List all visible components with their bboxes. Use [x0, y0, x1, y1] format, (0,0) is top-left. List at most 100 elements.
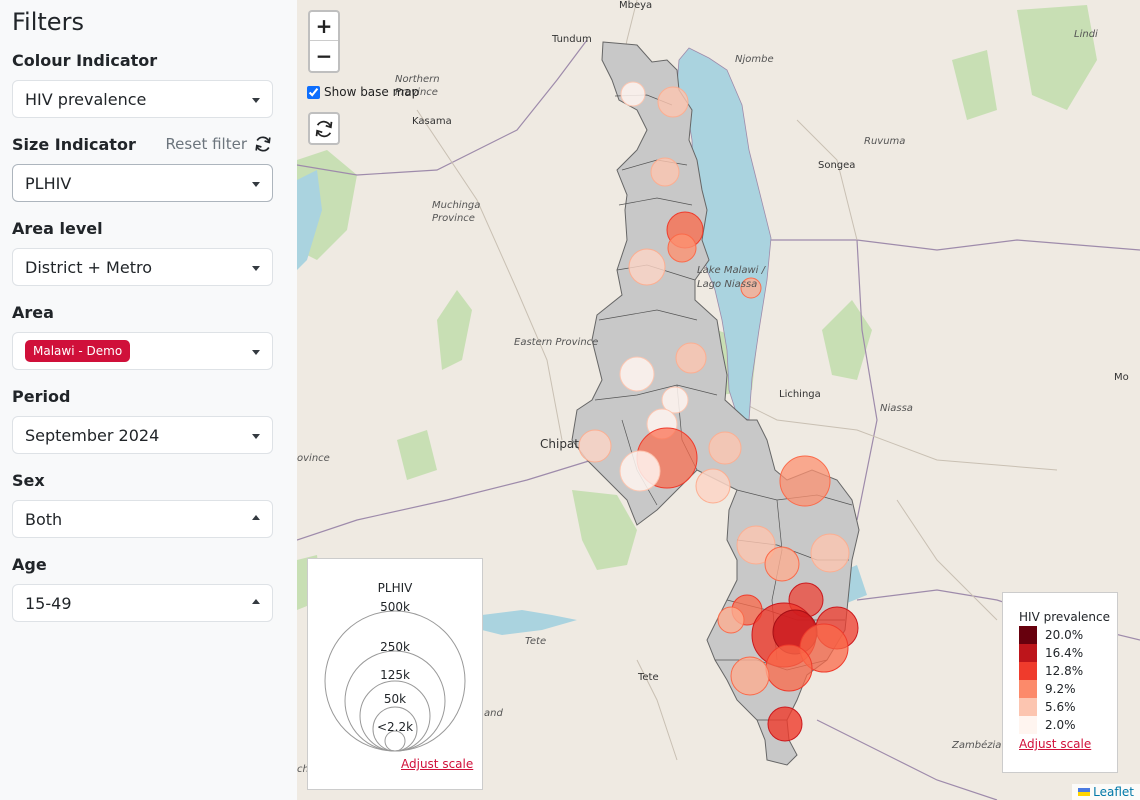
district-bubble: [764, 546, 800, 582]
district-bubble: [779, 455, 831, 507]
map-label-and: and: [484, 708, 503, 719]
area-select[interactable]: Malawi - Demo: [12, 332, 273, 370]
leaflet-link[interactable]: Leaflet: [1093, 785, 1134, 799]
colour-legend-item: 2.0%: [1019, 716, 1117, 734]
map-label-niassa: Niassa: [880, 403, 913, 414]
colour-swatch: [1019, 644, 1037, 662]
map-label-tete-province: Tete: [525, 636, 547, 647]
colour-legend: HIV prevalence 20.0% 16.4% 12.8% 9.2% 5.6% 2.…: [1002, 592, 1118, 773]
reset-filter-label: Reset filter: [165, 135, 247, 153]
colour-indicator-select[interactable]: HIV prevalence: [12, 80, 273, 118]
chevron-down-icon: [252, 266, 260, 271]
chevron-down-icon: [252, 98, 260, 103]
colour-indicator-value: HIV prevalence: [25, 89, 147, 109]
area-filter: Area Malawi - Demo: [12, 300, 273, 370]
filter-sidebar: Filters Colour Indicator HIV prevalence …: [0, 0, 297, 800]
size-legend: PLHIV 500k 250k 125k 50k <2.2k Adjust sc…: [307, 558, 483, 790]
colour-legend-item: 12.8%: [1019, 662, 1117, 680]
zoom-out-button[interactable]: −: [310, 41, 338, 70]
colour-legend-label: 2.0%: [1045, 718, 1076, 732]
colour-indicator-filter: Colour Indicator HIV prevalence: [12, 48, 273, 118]
size-indicator-filter: Size Indicator Reset filter PLHIV: [12, 132, 273, 202]
map-label-njombe: Njombe: [735, 54, 774, 65]
reset-filter-button[interactable]: Reset filter: [165, 134, 273, 154]
size-legend-level: 125k: [380, 668, 410, 682]
period-select[interactable]: September 2024: [12, 416, 273, 454]
colour-swatch: [1019, 626, 1037, 644]
map-label-eastern-province: Eastern Province: [514, 337, 599, 348]
area-level-value: District + Metro: [25, 257, 152, 277]
map-label-tunduma: Tundum: [552, 34, 592, 45]
age-select[interactable]: 15-49: [12, 584, 273, 622]
district-bubble: [730, 656, 770, 696]
colour-legend-label: 5.6%: [1045, 700, 1076, 714]
chevron-down-icon: [252, 350, 260, 355]
colour-swatch: [1019, 680, 1037, 698]
district-bubble: [620, 81, 646, 107]
district-bubble: [708, 431, 742, 465]
map-label-lichinga: Lichinga: [779, 389, 821, 400]
district-bubble: [619, 356, 655, 392]
age-label: Age: [12, 554, 47, 574]
ukraine-flag-icon: [1078, 788, 1091, 796]
app: Filters Colour Indicator HIV prevalence …: [0, 0, 1140, 800]
colour-adjust-scale-link[interactable]: Adjust scale: [1019, 737, 1117, 751]
colour-legend-label: 9.2%: [1045, 682, 1076, 696]
colour-legend-item: 16.4%: [1019, 644, 1117, 662]
chevron-up-icon: [252, 599, 260, 604]
map-label-lake-malawi: Lake Malawi / Lago Niassa: [697, 265, 765, 290]
district-bubble: [765, 644, 813, 692]
sex-select[interactable]: Both: [12, 500, 273, 538]
map-label-chipata: Chipat: [540, 437, 579, 451]
map-label-songea: Songea: [818, 160, 856, 171]
chevron-down-icon: [252, 434, 260, 439]
map-panel[interactable]: Mbeya Tundum Njombe Lindi Northern Provi…: [297, 0, 1140, 800]
size-indicator-select[interactable]: PLHIV: [12, 164, 273, 202]
map-label-tete: Tete: [638, 672, 659, 683]
colour-legend-item: 5.6%: [1019, 698, 1117, 716]
district-bubble: [675, 342, 707, 374]
area-level-label: Area level: [12, 218, 103, 238]
colour-indicator-label: Colour Indicator: [12, 50, 158, 70]
size-legend-level: 250k: [380, 640, 410, 654]
district-bubble: [628, 248, 666, 286]
area-level-select[interactable]: District + Metro: [12, 248, 273, 286]
colour-legend-title: HIV prevalence: [1019, 610, 1111, 624]
map-label-mbeya: Mbeya: [619, 0, 653, 11]
sidebar-title: Filters: [12, 8, 84, 36]
colour-legend-rows: 20.0% 16.4% 12.8% 9.2% 5.6% 2.0%: [1019, 626, 1117, 734]
district-bubble: [810, 533, 850, 573]
period-filter: Period September 2024: [12, 384, 273, 454]
colour-legend-item: 20.0%: [1019, 626, 1117, 644]
size-adjust-scale-link[interactable]: Adjust scale: [401, 757, 473, 771]
area-tag[interactable]: Malawi - Demo: [25, 340, 131, 362]
zoom-control: + −: [308, 10, 340, 73]
colour-legend-label: 12.8%: [1045, 664, 1084, 678]
colour-swatch: [1019, 698, 1037, 716]
map-label-lindi: Lindi: [1074, 29, 1098, 40]
refresh-icon: [315, 120, 333, 137]
colour-swatch: [1019, 716, 1037, 734]
show-base-map-checkbox[interactable]: [307, 85, 320, 99]
show-base-map-toggle[interactable]: Show base map: [307, 85, 419, 99]
colour-legend-label: 20.0%: [1045, 628, 1084, 642]
district-bubble: [695, 468, 731, 504]
area-label: Area: [12, 302, 54, 322]
sex-filter: Sex Both: [12, 468, 273, 538]
map-label-province-left: ovince: [297, 453, 330, 464]
show-base-map-label: Show base map: [324, 85, 420, 99]
colour-swatch: [1019, 662, 1037, 680]
refresh-icon: [255, 136, 271, 152]
map-reset-view-button[interactable]: [308, 112, 340, 145]
leaflet-attribution[interactable]: Leaflet: [1072, 784, 1140, 800]
district-bubble: [767, 706, 803, 742]
chevron-down-icon: [252, 182, 260, 187]
map-label-muchinga-province: Muchinga Province: [432, 200, 481, 224]
period-value: September 2024: [25, 425, 160, 445]
colour-legend-label: 16.4%: [1045, 646, 1084, 660]
district-bubble: [578, 429, 612, 463]
colour-legend-item: 9.2%: [1019, 680, 1117, 698]
sex-label: Sex: [12, 470, 45, 490]
zoom-in-button[interactable]: +: [310, 12, 338, 41]
district-bubble: [657, 86, 689, 118]
